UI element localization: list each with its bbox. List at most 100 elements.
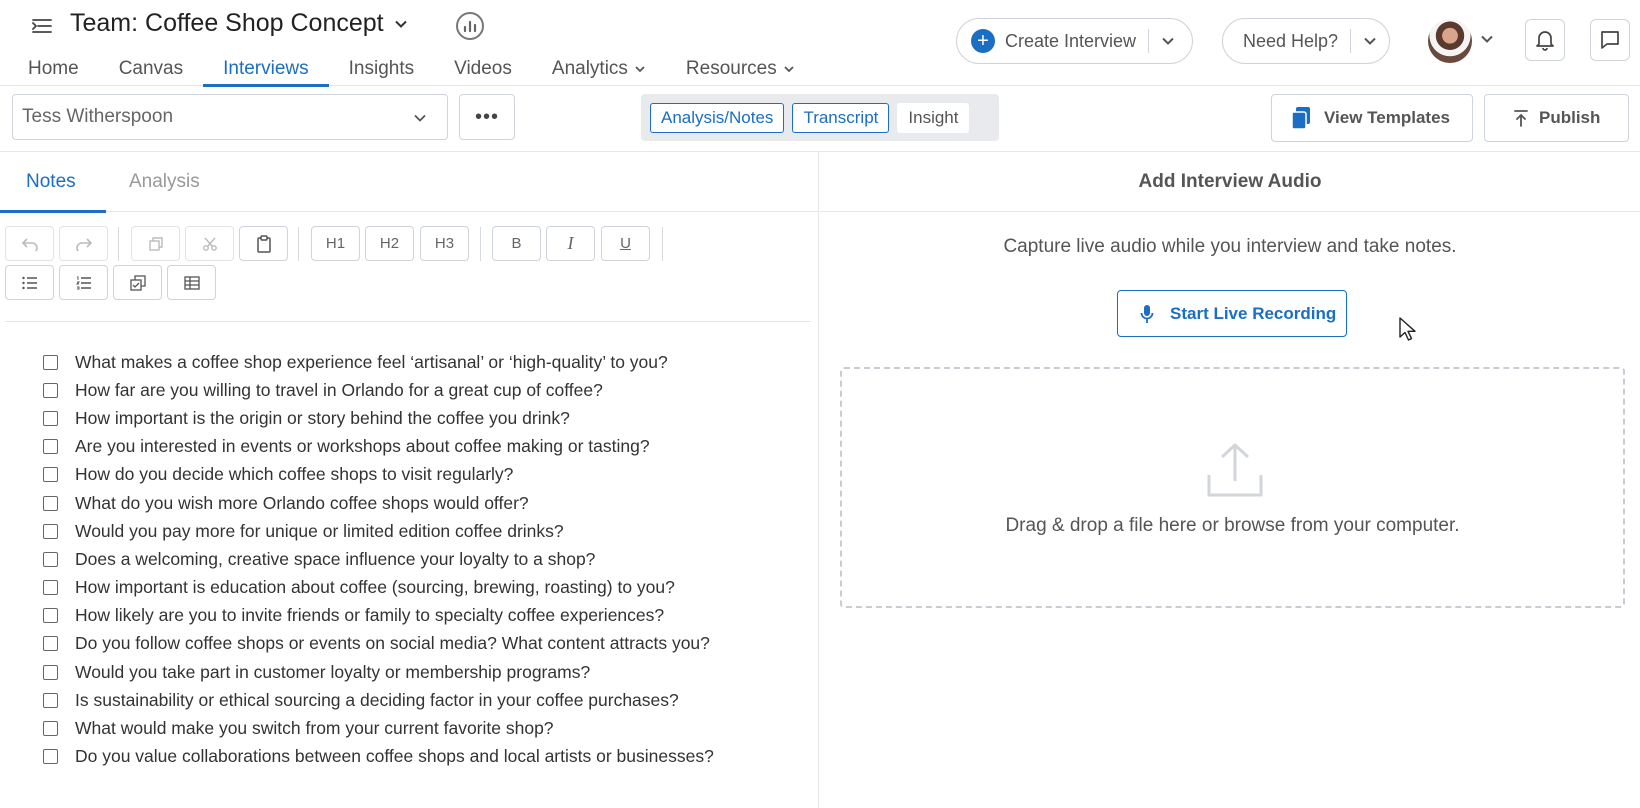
question-text: Does a welcoming, creative space influen… bbox=[75, 548, 596, 569]
question-checkbox[interactable] bbox=[43, 467, 58, 483]
publish-label: Publish bbox=[1539, 108, 1601, 127]
view-templates-button[interactable]: View Templates bbox=[1271, 94, 1473, 142]
nav-videos[interactable]: Videos bbox=[454, 52, 512, 86]
view-templates-label: View Templates bbox=[1324, 108, 1450, 127]
team-title: Team: Coffee Shop Concept bbox=[70, 9, 384, 37]
need-help-button[interactable]: Need Help? bbox=[1222, 18, 1390, 64]
audio-dropzone[interactable]: Drag & drop a file here or browse from y… bbox=[840, 367, 1625, 608]
view-analysis-notes-button[interactable]: Analysis/Notes bbox=[650, 102, 785, 133]
question-item: How important is education about coffee … bbox=[43, 574, 803, 602]
redo-button[interactable] bbox=[59, 226, 108, 261]
question-item: What makes a coffee shop experience feel… bbox=[43, 348, 803, 376]
table-button[interactable] bbox=[167, 265, 216, 300]
paste-button[interactable] bbox=[239, 226, 288, 261]
heading1-button[interactable]: H1 bbox=[311, 226, 360, 261]
question-checkbox[interactable] bbox=[43, 495, 58, 511]
question-checkbox[interactable] bbox=[43, 692, 58, 708]
chevron-down-icon[interactable] bbox=[1480, 32, 1494, 46]
need-help-label: Need Help? bbox=[1243, 30, 1339, 51]
question-list: What makes a coffee shop experience feel… bbox=[43, 348, 803, 771]
checklist-button[interactable] bbox=[113, 265, 162, 300]
chevron-down-icon bbox=[414, 114, 426, 122]
start-live-recording-label: Start Live Recording bbox=[1170, 303, 1337, 323]
toolbar-separator bbox=[118, 227, 119, 261]
underline-button[interactable]: U bbox=[601, 226, 650, 261]
toolbar-separator bbox=[662, 227, 663, 261]
question-text: What makes a coffee shop experience feel… bbox=[75, 351, 668, 372]
chevron-down-icon[interactable] bbox=[1363, 34, 1377, 48]
tab-analysis[interactable]: Analysis bbox=[129, 152, 200, 212]
heading3-button[interactable]: H3 bbox=[420, 226, 469, 261]
question-text: How important is the origin or story beh… bbox=[75, 407, 570, 428]
question-checkbox[interactable] bbox=[43, 523, 58, 539]
question-checkbox[interactable] bbox=[43, 749, 58, 765]
question-checkbox[interactable] bbox=[43, 382, 58, 398]
question-text: What do you wish more Orlando coffee sho… bbox=[75, 492, 529, 513]
bar-chart-icon bbox=[463, 20, 477, 33]
undo-icon bbox=[21, 237, 38, 251]
nav-home[interactable]: Home bbox=[28, 52, 79, 86]
table-icon bbox=[183, 275, 200, 290]
cut-button[interactable] bbox=[185, 226, 234, 261]
interviewee-name: Tess Witherspoon bbox=[22, 106, 174, 127]
plus-icon: + bbox=[971, 29, 995, 53]
mouse-cursor-icon bbox=[1399, 317, 1416, 341]
question-text: Are you interested in events or workshop… bbox=[75, 436, 650, 457]
question-checkbox[interactable] bbox=[43, 636, 58, 652]
team-selector[interactable]: Team: Coffee Shop Concept bbox=[70, 9, 408, 38]
more-options-button[interactable]: ••• bbox=[459, 94, 515, 140]
publish-button[interactable]: Publish bbox=[1484, 94, 1629, 142]
nav-analytics[interactable]: Analytics bbox=[552, 52, 646, 86]
start-live-recording-button[interactable]: Start Live Recording bbox=[1117, 290, 1347, 337]
chevron-down-icon bbox=[635, 66, 645, 73]
toolbar-separator bbox=[298, 227, 299, 261]
question-checkbox[interactable] bbox=[43, 608, 58, 624]
italic-button[interactable]: I bbox=[546, 226, 595, 261]
question-checkbox[interactable] bbox=[43, 721, 58, 737]
question-text: Do you follow coffee shops or events on … bbox=[75, 633, 710, 654]
numbered-list-icon bbox=[75, 276, 91, 289]
editor-toolbar: H1 H2 H3 B I U bbox=[5, 226, 811, 322]
button-divider bbox=[1148, 29, 1150, 53]
tab-notes[interactable]: Notes bbox=[0, 152, 106, 213]
more-icon: ••• bbox=[474, 105, 499, 128]
team-stats-button[interactable] bbox=[456, 12, 484, 40]
question-item: Do you value collaborations between coff… bbox=[43, 743, 803, 771]
interviewee-select[interactable]: Tess Witherspoon bbox=[12, 94, 448, 140]
question-item: Is sustainability or ethical sourcing a … bbox=[43, 686, 803, 714]
question-checkbox[interactable] bbox=[43, 551, 58, 567]
question-checkbox[interactable] bbox=[43, 664, 58, 680]
question-item: Would you take part in customer loyalty … bbox=[43, 658, 803, 686]
upload-icon bbox=[1207, 443, 1263, 497]
bullet-list-icon bbox=[21, 276, 37, 289]
chevron-down-icon[interactable] bbox=[1161, 34, 1175, 48]
question-item: Does a welcoming, creative space influen… bbox=[43, 545, 803, 573]
nav-insights[interactable]: Insights bbox=[349, 52, 414, 86]
toolbar-separator bbox=[480, 227, 481, 261]
view-insight-button[interactable]: Insight bbox=[897, 102, 970, 133]
nav-resources[interactable]: Resources bbox=[686, 52, 795, 86]
question-checkbox[interactable] bbox=[43, 439, 58, 455]
undo-button[interactable] bbox=[5, 226, 54, 261]
scissors-icon bbox=[202, 237, 217, 251]
question-text: How do you decide which coffee shops to … bbox=[75, 464, 514, 485]
nav-canvas[interactable]: Canvas bbox=[119, 52, 183, 86]
copy-button[interactable] bbox=[131, 226, 180, 261]
bullet-list-button[interactable] bbox=[5, 265, 54, 300]
create-interview-label: Create Interview bbox=[1005, 30, 1137, 51]
user-avatar[interactable] bbox=[1428, 19, 1472, 63]
question-item: What do you wish more Orlando coffee sho… bbox=[43, 489, 803, 517]
create-interview-button[interactable]: + Create Interview bbox=[956, 18, 1193, 64]
bold-button[interactable]: B bbox=[492, 226, 541, 261]
messages-button[interactable] bbox=[1590, 19, 1630, 61]
question-checkbox[interactable] bbox=[43, 580, 58, 596]
view-transcript-button[interactable]: Transcript bbox=[792, 102, 890, 133]
question-checkbox[interactable] bbox=[43, 354, 58, 370]
nav-interviews[interactable]: Interviews bbox=[203, 52, 329, 87]
notifications-button[interactable] bbox=[1525, 19, 1565, 61]
view-mode-toggle: Analysis/Notes Transcript Insight bbox=[641, 94, 999, 141]
sidebar-toggle-icon[interactable] bbox=[30, 14, 54, 38]
heading2-button[interactable]: H2 bbox=[365, 226, 414, 261]
question-checkbox[interactable] bbox=[43, 410, 58, 426]
numbered-list-button[interactable] bbox=[59, 265, 108, 300]
